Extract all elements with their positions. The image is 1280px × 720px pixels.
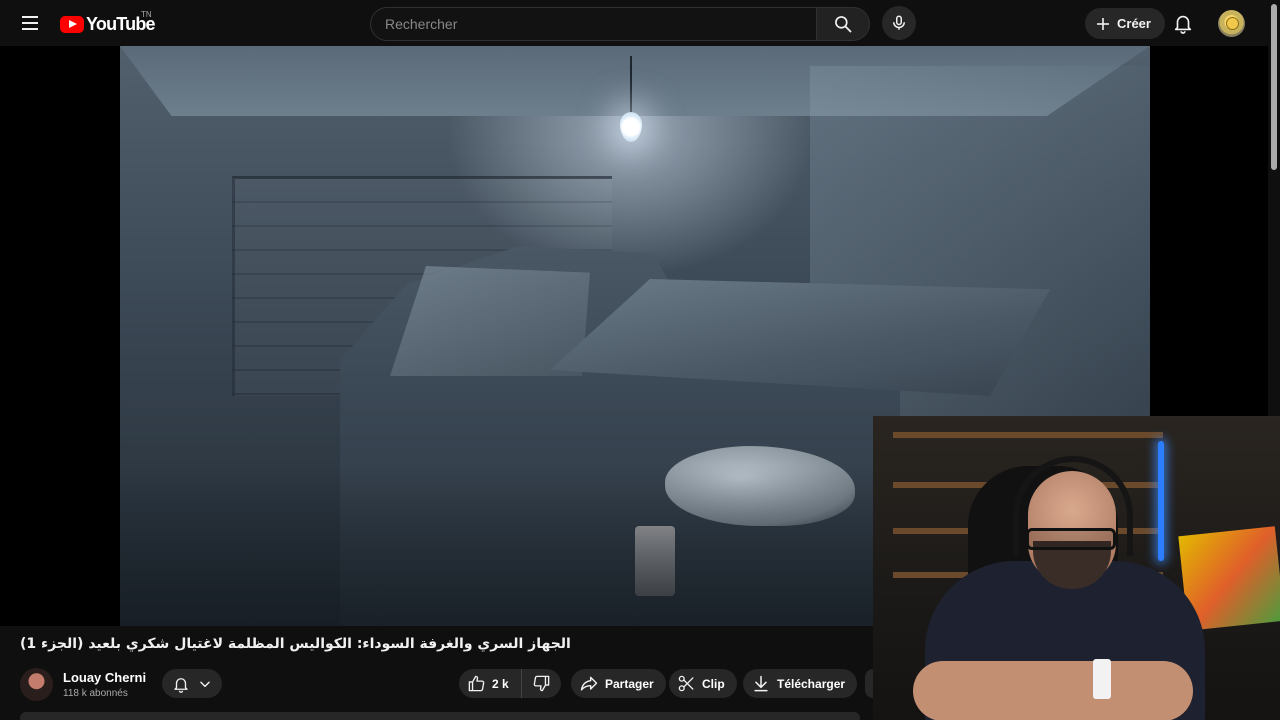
share-label: Partager [605,676,654,691]
country-code: TN [141,10,152,19]
clip-button[interactable]: Clip [669,669,737,698]
search-button[interactable] [816,7,870,41]
video-title-text: الجهاز السري والغرفة السوداء: الكواليس ا… [20,636,571,652]
subscribed-notifications-button[interactable] [162,669,222,698]
search-input[interactable] [370,7,816,41]
youtube-play-icon [60,15,84,33]
create-button[interactable]: Créer [1085,8,1165,39]
account-avatar[interactable] [1218,10,1245,37]
like-button[interactable]: 2 k [459,669,522,698]
menu-icon[interactable] [18,11,42,35]
voice-search-button[interactable] [882,6,916,40]
channel-name[interactable]: Louay Cherni [63,670,146,685]
youtube-logo[interactable]: YouTube TN [60,10,156,36]
download-label: Télécharger [777,676,846,691]
person-hands [913,661,1193,720]
thumbs-up-icon [468,675,485,692]
neon-light [1158,441,1164,561]
masthead: YouTube TN Créer [0,0,1280,46]
webcam-overlay [873,416,1280,720]
description-box[interactable] [20,712,860,720]
bulb-wire [630,56,632,114]
light-bulb [620,112,642,142]
like-dislike-group: 2 k [459,669,561,698]
share-button[interactable]: Partager [571,669,666,698]
video-title: الجهاز السري والغرفة السوداء: الكواليس ا… [20,636,860,660]
chevron-down-icon [200,681,210,687]
more-actions-button[interactable] [865,669,873,698]
subscriber-count: 118 k abonnés [63,687,128,699]
plus-icon [1097,17,1109,30]
create-label: Créer [1117,16,1151,31]
channel-owner: Louay Cherni 118 k abonnés [20,666,146,702]
shelf [893,432,1163,438]
search-bar [370,7,870,41]
bell-icon [1174,15,1192,34]
notifications-button[interactable] [1171,11,1195,35]
bell-icon [174,677,188,693]
share-icon [580,676,598,691]
search-icon [835,16,852,33]
thumbs-down-icon [533,675,549,692]
channel-avatar[interactable] [20,667,53,701]
channel-info: Louay Cherni 118 k abonnés [63,670,146,699]
clip-label: Clip [702,676,725,691]
mic-icon [893,15,905,30]
scrollbar-thumb[interactable] [1271,4,1277,170]
dislike-button[interactable] [522,669,561,698]
scissors-icon [678,675,694,692]
download-button[interactable]: Télécharger [743,669,858,698]
download-icon [754,675,768,691]
like-count: 2 k [492,676,509,691]
handheld-device [1093,659,1111,699]
